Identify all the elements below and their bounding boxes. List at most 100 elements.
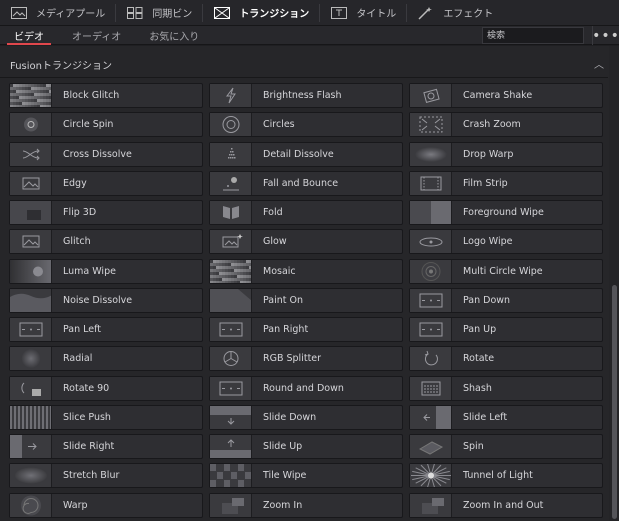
circles-thumbnail-icon (210, 113, 252, 136)
split-thumbnail-icon (410, 201, 452, 224)
transition-tile[interactable]: Logo Wipe (409, 229, 603, 254)
transition-tile[interactable]: Round and Down (209, 376, 403, 401)
transition-tile[interactable]: Tunnel of Light (409, 463, 603, 488)
luma-thumbnail-icon (10, 260, 52, 283)
toolbar-sync-bin-button[interactable]: 同期ビン (116, 0, 202, 26)
section-divider (0, 77, 608, 78)
transition-name: Fall and Bounce (263, 178, 339, 189)
transition-name: Glow (263, 236, 287, 247)
collapse-chevron-icon[interactable]: ︿ (594, 56, 604, 71)
transition-tile[interactable]: Zoom In (209, 493, 403, 518)
circle-spin-thumbnail-icon (10, 113, 52, 136)
transition-name: Warp (63, 500, 88, 511)
transition-tile[interactable]: Pan Left (9, 317, 203, 342)
transition-tile[interactable]: Pan Up (409, 317, 603, 342)
transition-tile[interactable]: Block Glitch (9, 83, 203, 108)
fusion-transitions-header[interactable]: Fusionトランジション ︿ (0, 54, 612, 74)
transition-tile[interactable]: RGB Splitter (209, 346, 403, 371)
toolbar-label: トランジション (239, 9, 310, 20)
shuffle-thumbnail-icon (10, 143, 52, 166)
search-input[interactable] (482, 27, 584, 44)
transition-tile[interactable]: Flip 3D (9, 200, 203, 225)
transition-tile[interactable]: Warp (9, 493, 203, 518)
image-thumbnail-icon (10, 172, 52, 195)
transition-tile[interactable]: Pan Down (409, 288, 603, 313)
crash-thumbnail-icon (410, 113, 452, 136)
toolbar-effects-button[interactable]: エフェクト (407, 0, 503, 26)
transition-name: Slice Push (63, 412, 111, 423)
transition-tile[interactable]: Drop Warp (409, 142, 603, 167)
transition-tile[interactable]: Radial (9, 346, 203, 371)
shash-thumbnail-icon (410, 377, 452, 400)
blur-thumbnail-icon (10, 464, 52, 487)
transition-tile[interactable]: Paint On (209, 288, 403, 313)
transition-tile[interactable]: Luma Wipe (9, 259, 203, 284)
transition-tile[interactable]: Rotate (409, 346, 603, 371)
transition-tile[interactable]: Glow (209, 229, 403, 254)
transition-name: Pan Up (463, 324, 497, 335)
transition-tile[interactable]: Tile Wipe (209, 463, 403, 488)
transition-name: Zoom In (263, 500, 303, 511)
flip-thumbnail-icon (10, 201, 52, 224)
bolt-thumbnail-icon (210, 84, 252, 107)
transition-tile[interactable]: Multi Circle Wipe (409, 259, 603, 284)
transition-tile[interactable]: Noise Dissolve (9, 288, 203, 313)
tab-favorites[interactable]: お気に入り (135, 26, 213, 45)
toolbar-label: エフェクト (443, 9, 494, 20)
transition-tile[interactable]: Film Strip (409, 171, 603, 196)
transition-name: Spin (463, 441, 484, 452)
transition-tile[interactable]: Mosaic (209, 259, 403, 284)
scrollbar-thumb[interactable] (612, 285, 617, 519)
stripes-thumbnail-icon (10, 406, 52, 429)
media-pool-icon (10, 6, 28, 20)
transition-name: Glitch (63, 236, 91, 247)
transition-tile[interactable]: Camera Shake (409, 83, 603, 108)
transition-tile[interactable]: Circles (209, 112, 403, 137)
noise-thumbnail-icon (210, 260, 252, 283)
transition-name: Slide Right (63, 441, 115, 452)
tab-video[interactable]: ビデオ (0, 26, 58, 45)
paint-thumbnail-icon (210, 289, 252, 312)
transition-tile[interactable]: Shash (409, 376, 603, 401)
toolbar-transition-button[interactable]: トランジション (203, 0, 319, 26)
transition-icon (213, 6, 231, 20)
toolbar-media-pool-button[interactable]: メディアプール (0, 0, 115, 26)
transition-tile[interactable]: Foreground Wipe (409, 200, 603, 225)
more-options-button[interactable]: ••• (592, 26, 619, 45)
transition-name: Foreground Wipe (463, 207, 544, 218)
transition-tile[interactable]: Fall and Bounce (209, 171, 403, 196)
wave-thumbnail-icon (10, 289, 52, 312)
toolbar-title-button[interactable]: タイトル (320, 0, 406, 26)
image-thumbnail-icon (10, 230, 52, 253)
transition-tile[interactable]: Slide Down (209, 405, 403, 430)
transition-tile[interactable]: Circle Spin (9, 112, 203, 137)
transition-tile[interactable]: Rotate 90 (9, 376, 203, 401)
transition-tile[interactable]: Zoom In and Out (409, 493, 603, 518)
transition-tile[interactable]: Glitch (9, 229, 203, 254)
transition-name: Film Strip (463, 178, 508, 189)
film-thumbnail-icon (410, 172, 452, 195)
transition-tile[interactable]: Detail Dissolve (209, 142, 403, 167)
transition-tile[interactable]: Crash Zoom (409, 112, 603, 137)
transition-tile[interactable]: Cross Dissolve (9, 142, 203, 167)
transition-name: Round and Down (263, 383, 344, 394)
transition-name: Pan Down (463, 295, 511, 306)
transition-tile[interactable]: Pan Right (209, 317, 403, 342)
tab-audio[interactable]: オーディオ (58, 26, 135, 45)
transition-tile[interactable]: Slide Right (9, 434, 203, 459)
transition-tile[interactable]: Spin (409, 434, 603, 459)
transition-tile[interactable]: Slide Up (209, 434, 403, 459)
transition-name: Circles (263, 119, 295, 130)
transition-tile[interactable]: Edgy (9, 171, 203, 196)
transition-tile[interactable]: Slide Left (409, 405, 603, 430)
transition-tile[interactable]: Fold (209, 200, 403, 225)
tiles-thumbnail-icon (210, 464, 252, 487)
transition-name: Block Glitch (63, 90, 120, 101)
slide-left-thumbnail-icon (410, 406, 452, 429)
transition-tile[interactable]: Brightness Flash (209, 83, 403, 108)
transition-name: Circle Spin (63, 119, 114, 130)
transition-name: Cross Dissolve (63, 149, 132, 160)
transition-name: Drop Warp (463, 149, 514, 160)
transition-tile[interactable]: Slice Push (9, 405, 203, 430)
transition-tile[interactable]: Stretch Blur (9, 463, 203, 488)
